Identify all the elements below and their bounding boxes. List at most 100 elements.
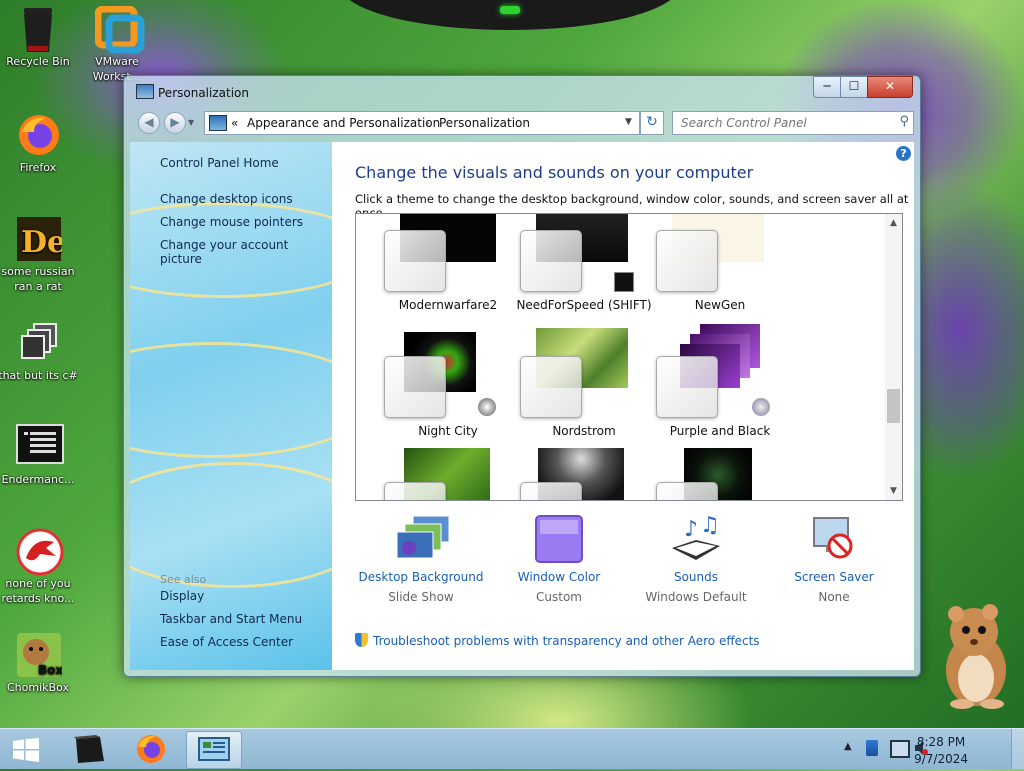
desktop-icon-none-of-you[interactable]: none of you retards kno... (0, 528, 81, 606)
help-icon[interactable]: ? (896, 146, 911, 161)
troubleshoot-link[interactable]: Troubleshoot problems with transparency … (355, 633, 760, 648)
scroll-down-icon[interactable]: ▼ (885, 486, 902, 496)
control-panel-home-link[interactable]: Control Panel Home (160, 156, 279, 170)
personalization-window: Personalization ─ ☐ ✕ ◀ ▶ ▼ « Appearance… (123, 75, 921, 677)
desktop-icon-some-russian[interactable]: De some russian ran a rat (0, 216, 81, 294)
theme-label: Night City (418, 424, 478, 438)
desktop-background-setting[interactable]: Desktop Background Slide Show (351, 514, 491, 604)
minimize-button[interactable]: ─ (813, 76, 841, 98)
theme-thumbnail-frame (520, 482, 582, 500)
theme-label: Modernwarfare2 (398, 298, 498, 312)
navigation-bar: ◀ ▶ ▼ « Appearance and Personalization ›… (130, 109, 914, 137)
tray-overflow-button[interactable]: ▲ (844, 741, 852, 752)
show-desktop-button[interactable] (1011, 729, 1024, 769)
window-color-setting[interactable]: Window Color Custom (489, 514, 629, 604)
change-desktop-icons-link[interactable]: Change desktop icons (160, 192, 293, 206)
svg-text:De: De (21, 225, 62, 260)
desktop-icon-that-but-its-c[interactable]: that but its c# (0, 320, 81, 383)
recent-pages-dropdown[interactable]: ▼ (188, 118, 194, 127)
breadcrumb-personalization[interactable]: Personalization (439, 116, 530, 130)
network-icon[interactable] (890, 740, 910, 758)
desktop-icon-recycle-bin[interactable]: Recycle Bin (0, 6, 81, 69)
theme-thumbnail-frame (520, 356, 582, 418)
ease-of-access-link[interactable]: Ease of Access Center (160, 635, 293, 649)
theme-label: Purple and Black (669, 424, 771, 438)
skull-badge-icon (752, 398, 770, 416)
screen-saver-value: None (818, 590, 850, 604)
sounds-setting[interactable]: ♪ ♫ Sounds Windows Default (626, 513, 766, 604)
theme-label: NewGen (694, 298, 746, 312)
theme-partial-1[interactable] (370, 446, 506, 500)
theme-thumbnail-frame (384, 482, 446, 500)
taskbar-recycle-app[interactable] (62, 731, 116, 767)
hamster-box-icon: Box (16, 632, 63, 677)
forward-button[interactable]: ▶ (164, 112, 186, 134)
theme-thumbnail-frame (656, 356, 718, 418)
theme-modernwarfare2[interactable]: Modernwarfare2 (370, 214, 506, 322)
display-link[interactable]: Display (160, 589, 204, 603)
window-color-link[interactable]: Window Color (489, 570, 629, 584)
theme-partial-2[interactable] (506, 446, 642, 500)
swirl-decoration (130, 462, 332, 588)
screen-saver-setting[interactable]: Screen Saver None (764, 514, 904, 604)
theme-thumbnail-frame (656, 482, 718, 500)
change-account-picture-link[interactable]: Change your account picture (160, 238, 332, 266)
theme-night-city[interactable]: Night City (370, 326, 506, 446)
scroll-up-icon[interactable]: ▲ (885, 218, 902, 228)
close-button[interactable]: ✕ (867, 76, 913, 98)
theme-thumbnail-frame (384, 230, 446, 292)
theme-partial-3[interactable] (642, 446, 778, 500)
hamster-mascot[interactable] (936, 600, 1012, 710)
theme-newgen[interactable]: NewGen (642, 214, 778, 322)
windows-logo-icon (13, 738, 39, 762)
theme-badge-icon (614, 272, 634, 292)
swirl-decoration (130, 342, 332, 458)
stacked-windows-icon (16, 320, 60, 364)
breadcrumb-prefix[interactable]: « (231, 116, 238, 130)
system-clock[interactable]: 8:28 PM 9/7/2024 (914, 734, 968, 768)
change-mouse-pointers-link[interactable]: Change mouse pointers (160, 215, 303, 229)
desktop-background-value: Slide Show (388, 590, 454, 604)
see-also-heading: See also (160, 573, 207, 586)
address-bar[interactable]: « Appearance and Personalization › Perso… (204, 111, 640, 135)
theme-list[interactable]: Modernwarfare2 NeedForSpeed (SHIFT) NewG… (355, 213, 903, 501)
flag-icon[interactable] (866, 740, 878, 756)
window-titlebar[interactable]: Personalization ─ ☐ ✕ (124, 76, 920, 106)
theme-thumbnail-frame (656, 230, 718, 292)
search-box[interactable]: ⚲ (672, 111, 914, 135)
refresh-button[interactable]: ↻ (640, 111, 664, 135)
taskbar-control-panel[interactable] (186, 731, 242, 769)
terminal-icon (16, 424, 64, 468)
control-panel-icon (198, 737, 230, 761)
start-button[interactable] (12, 738, 40, 762)
theme-purple-and-black[interactable]: Purple and Black (642, 324, 778, 446)
page-heading: Change the visuals and sounds on your co… (355, 163, 754, 182)
clock-date: 9/7/2024 (914, 752, 968, 766)
breadcrumb-appearance[interactable]: Appearance and Personalization (247, 116, 440, 130)
desktop-icon-vmware[interactable]: VMware Workst... (74, 5, 160, 84)
desktop-icon-endermanch[interactable]: Endermanc... (0, 424, 81, 487)
theme-list-scrollbar[interactable]: ▲ ▼ (885, 214, 902, 500)
theme-needforspeed[interactable]: NeedForSpeed (SHIFT) (506, 214, 652, 322)
refresh-icon: ↻ (646, 114, 658, 130)
search-input[interactable] (679, 115, 883, 131)
address-dropdown[interactable]: ▼ (625, 117, 632, 127)
window-content: Control Panel Home Change desktop icons … (130, 142, 914, 670)
search-icon[interactable]: ⚲ (899, 114, 909, 129)
breadcrumb-separator[interactable]: › (425, 116, 430, 130)
maximize-button[interactable]: ☐ (840, 76, 868, 98)
desktop-background-link[interactable]: Desktop Background (351, 570, 491, 584)
back-button[interactable]: ◀ (138, 112, 160, 134)
desktop-icon-firefox[interactable]: Firefox (0, 112, 81, 175)
red-dragon-icon (16, 528, 64, 576)
troubleshoot-text[interactable]: Troubleshoot problems with transparency … (373, 634, 760, 648)
control-panel-icon (209, 115, 227, 131)
desktop-icon-chomikbox[interactable]: Box ChomikBox (0, 632, 81, 695)
clock-time: 8:28 PM (916, 735, 966, 749)
sounds-link[interactable]: Sounds (626, 570, 766, 584)
taskbar-firefox[interactable] (124, 731, 178, 767)
theme-nordstrom[interactable]: Nordstrom (506, 326, 642, 446)
screen-saver-link[interactable]: Screen Saver (764, 570, 904, 584)
taskbar-start-menu-link[interactable]: Taskbar and Start Menu (160, 612, 302, 626)
scrollbar-thumb[interactable] (887, 389, 900, 423)
